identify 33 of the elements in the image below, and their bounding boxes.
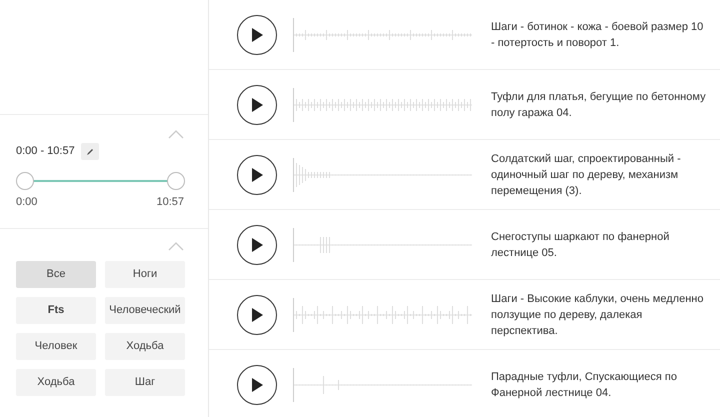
play-icon <box>251 238 263 252</box>
pencil-icon <box>86 148 94 156</box>
play-icon <box>251 378 263 392</box>
play-icon <box>251 28 263 42</box>
play-button[interactable] <box>237 84 277 124</box>
play-button[interactable] <box>237 224 277 264</box>
tag-button[interactable]: Все <box>16 261 96 288</box>
tag-button[interactable]: Ходьба <box>105 333 185 360</box>
tag-button[interactable]: Человек <box>16 333 96 360</box>
play-icon <box>251 308 263 322</box>
sound-description: Снегоступы шаркают по фанерной лестнице 05. <box>491 230 670 260</box>
play-button[interactable] <box>237 14 277 54</box>
play-icon <box>251 168 263 182</box>
tag-button[interactable]: Ходьба <box>16 369 96 396</box>
tag-button[interactable]: Fts <box>16 297 96 324</box>
edit-button[interactable] <box>80 143 99 160</box>
play-button[interactable] <box>237 364 277 404</box>
play-button[interactable] <box>237 294 277 334</box>
duration-range-text: 0:00 - 10:57 <box>16 144 75 160</box>
slider-handle[interactable] <box>167 172 185 190</box>
tag-button[interactable]: Ноги <box>105 261 185 288</box>
min-label: 0:00 <box>16 195 38 210</box>
sound-description: Парадные туфли, Спускающиеся по Фанерной лестнице 04. <box>491 370 678 400</box>
max-label: 10:57 <box>156 195 184 210</box>
sound-description: Туфли для платья, бегущие по бетонному полу гаража 04. <box>491 90 706 120</box>
tag-button[interactable]: Человеческий <box>105 297 185 324</box>
slider-handle[interactable] <box>16 172 34 190</box>
sound-description: Шаги - ботинок - кожа - боевой размер 10 - потертость и поворот 1. <box>491 20 704 50</box>
tag-button[interactable]: Шаг <box>105 369 185 396</box>
sound-description: Солдатский шаг, спроектированный - одиночный шаг по дереву, механизм перемещения (3). <box>491 152 682 198</box>
play-button[interactable] <box>237 154 277 194</box>
play-icon <box>251 98 263 112</box>
sound-description: Шаги - Высокие каблуки, очень медленно ползущие по дереву, далекая перспектива. <box>491 292 704 338</box>
